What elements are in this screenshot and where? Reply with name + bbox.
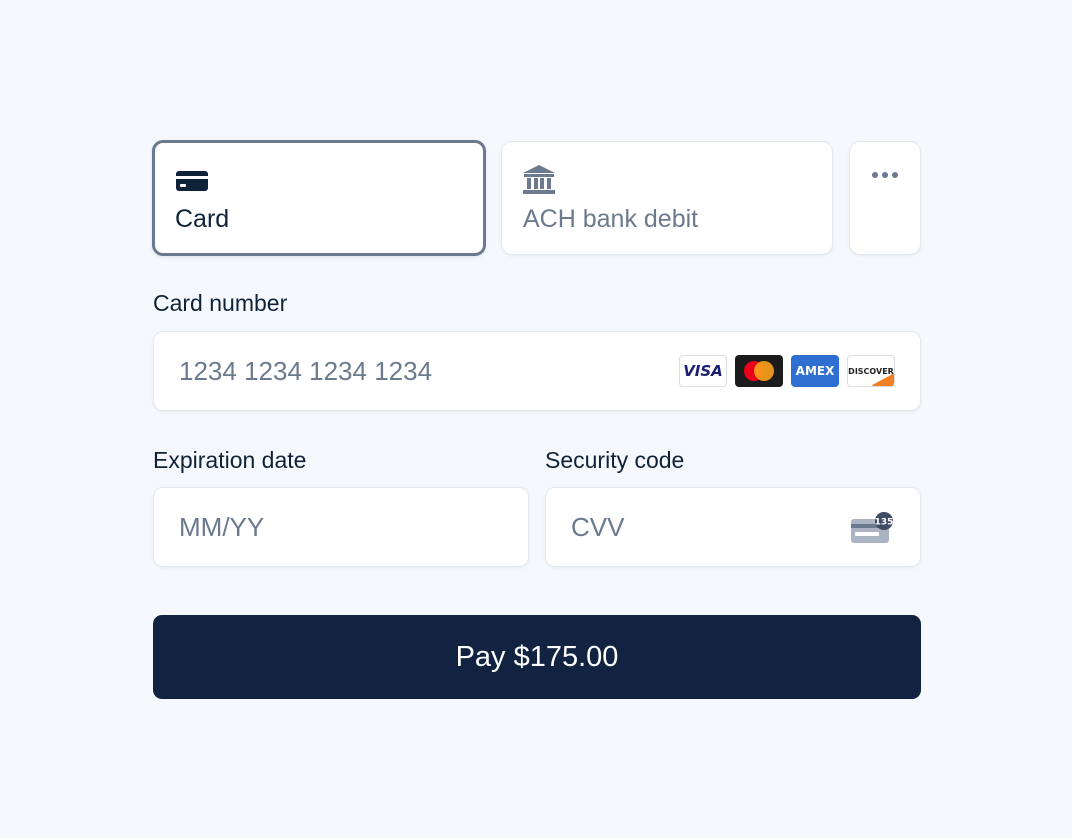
security-code-input[interactable] <box>571 488 796 566</box>
expiration-date-input[interactable] <box>179 488 404 566</box>
cvc-card-icon: 135 <box>851 512 894 543</box>
card-brands: VISA AMEX DISCOVER <box>679 355 895 387</box>
card-number-field[interactable]: VISA AMEX DISCOVER <box>153 331 921 411</box>
tab-ach-bank-debit[interactable]: ACH bank debit <box>501 141 833 255</box>
visa-logo: VISA <box>679 355 727 387</box>
tab-card[interactable]: Card <box>152 140 486 256</box>
expiration-date-field[interactable] <box>153 487 529 567</box>
more-icon <box>872 172 898 178</box>
tab-ach-label: ACH bank debit <box>523 205 699 233</box>
cvc-badge-text: 135 <box>875 518 894 528</box>
discover-logo: DISCOVER <box>847 355 895 387</box>
credit-card-icon <box>176 171 208 191</box>
tab-card-label: Card <box>175 205 230 233</box>
security-code-field[interactable]: 135 <box>545 487 921 567</box>
card-number-input[interactable] <box>179 332 639 410</box>
bank-icon <box>523 165 555 194</box>
pay-button[interactable]: Pay $175.00 <box>153 615 921 699</box>
card-number-label: Card number <box>153 290 288 316</box>
expiration-date-label: Expiration date <box>153 447 307 473</box>
mastercard-logo <box>735 355 783 387</box>
tab-more[interactable] <box>849 141 921 255</box>
amex-logo: AMEX <box>791 355 839 387</box>
security-code-label: Security code <box>545 447 685 473</box>
